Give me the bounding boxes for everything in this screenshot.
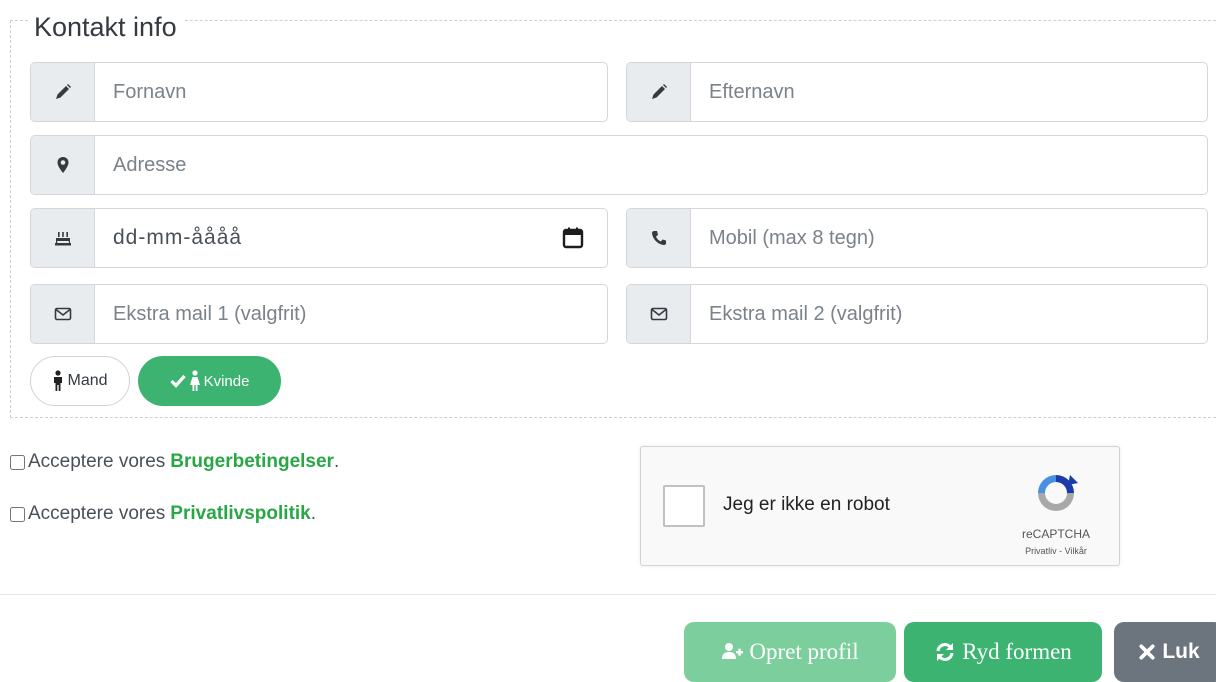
privacy-suffix: . — [310, 503, 317, 524]
reset-form-button[interactable]: Ryd formen — [904, 622, 1102, 682]
terms-row: Acceptere vores Brugerbetingelser. — [10, 451, 339, 473]
pencil-icon — [627, 63, 691, 121]
firstname-group — [30, 62, 608, 122]
pencil-icon — [31, 63, 95, 121]
address-group — [30, 135, 1208, 195]
divider — [0, 594, 1216, 595]
envelope-icon — [31, 285, 95, 343]
lastname-input[interactable] — [691, 63, 1207, 121]
firstname-input[interactable] — [95, 63, 607, 121]
address-input[interactable] — [95, 136, 1207, 194]
fieldset-legend: Kontakt info — [28, 8, 183, 46]
terms-prefix: Acceptere vores — [28, 451, 166, 472]
email1-input[interactable] — [95, 285, 607, 343]
email2-group — [626, 284, 1208, 344]
user-plus-icon — [722, 643, 744, 659]
recaptcha-label: Jeg er ikke en robot — [723, 494, 890, 515]
birthday-cake-icon — [31, 209, 95, 267]
male-icon — [54, 370, 63, 391]
close-label: Luk — [1162, 640, 1200, 663]
mobile-input[interactable] — [691, 209, 1207, 267]
reset-form-label: Ryd formen — [962, 639, 1072, 664]
mobile-group — [626, 208, 1208, 268]
close-icon — [1139, 644, 1155, 660]
terms-checkbox[interactable] — [10, 454, 25, 470]
terms-link[interactable]: Brugerbetingelser — [170, 451, 334, 473]
gender-male-button[interactable]: Mand — [30, 356, 130, 406]
privacy-checkbox[interactable] — [10, 506, 25, 522]
lastname-group — [626, 62, 1208, 122]
recaptcha-logo-icon — [1038, 475, 1078, 511]
create-profile-button[interactable]: Opret profil — [684, 622, 896, 682]
check-icon — [169, 374, 186, 388]
map-marker-icon — [31, 136, 95, 194]
email2-input[interactable] — [691, 285, 1207, 343]
refresh-icon — [936, 643, 954, 661]
email1-group — [30, 284, 608, 344]
envelope-icon — [627, 285, 691, 343]
phone-icon — [627, 209, 691, 267]
privacy-prefix: Acceptere vores — [28, 503, 166, 524]
privacy-row: Acceptere vores Privatlivspolitik. — [10, 503, 316, 525]
terms-suffix: . — [333, 451, 340, 472]
gender-female-button[interactable]: Kvinde — [138, 356, 281, 406]
recaptcha-brand: reCAPTCHA — [1021, 527, 1090, 541]
privacy-link[interactable]: Privatlivspolitik — [170, 503, 310, 525]
calendar-icon[interactable] — [561, 226, 585, 250]
close-button[interactable]: Luk — [1114, 622, 1216, 682]
recaptcha-widget: Jeg er ikke en robot reCAPTCHA Privatliv… — [640, 446, 1120, 566]
female-icon — [189, 370, 200, 391]
birthdate-input[interactable]: dd-mm-åååå — [95, 209, 561, 267]
gender-male-label: Mand — [67, 372, 108, 389]
recaptcha-links[interactable]: Privatliv - Vilkår — [1001, 546, 1111, 556]
create-profile-label: Opret profil — [749, 639, 859, 664]
recaptcha-checkbox[interactable] — [663, 485, 705, 527]
gender-female-label: Kvinde — [203, 372, 250, 390]
birthdate-group: dd-mm-åååå — [30, 208, 608, 268]
